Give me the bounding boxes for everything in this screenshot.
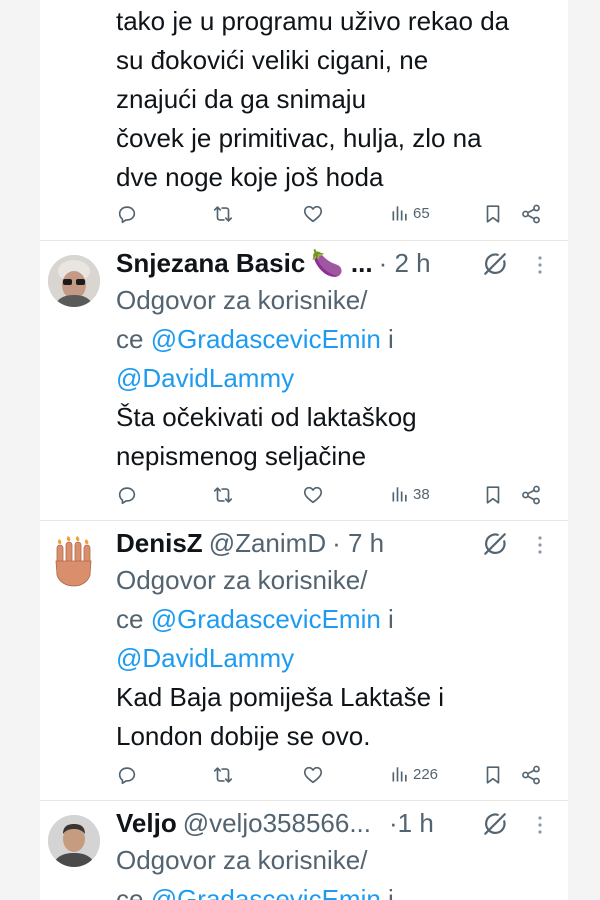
share-button[interactable] [520,203,542,225]
divider [40,800,568,801]
author-handle[interactable]: @ZanimD [209,528,326,559]
heart-icon [302,484,324,506]
like-button[interactable] [302,203,324,225]
author-handle[interactable]: @veljo358566... [183,808,371,839]
retweet-icon [212,203,234,225]
reply-button[interactable] [116,764,138,786]
reply-context: Odgovor za korisnike/ [116,845,368,875]
views-button[interactable]: 38 [390,484,430,504]
tweet-actions: 65 [116,203,556,227]
reply-feed: tako je u programu uživo rekao da su đok… [40,0,568,900]
views-button[interactable]: 226 [390,764,438,784]
retweet-icon [212,484,234,506]
reply-context: ce [116,884,151,900]
divider [40,520,568,521]
reply-context: i [380,324,394,354]
bookmark-icon [482,764,504,786]
views-button[interactable]: 65 [390,203,430,223]
reply-context: Odgovor za korisnike/ [116,565,368,595]
avatar[interactable] [48,535,100,587]
heart-icon [302,764,324,786]
tweet-actions: 226 [116,764,556,788]
tweet-content: Odgovor za korisnike/ ce @GradascevicEmi… [116,281,556,476]
reply-button[interactable] [116,203,138,225]
bookmark-button[interactable] [482,203,504,225]
retweet-button[interactable] [212,203,234,225]
tweet-actions: 38 [116,484,556,508]
mention-link[interactable]: @DavidLammy [116,359,556,398]
grok-icon[interactable] [482,251,508,277]
retweet-icon [212,764,234,786]
avatar[interactable] [48,255,100,307]
tweet-content: Odgovor za korisnike/ ce @GradascevicEmi… [116,841,556,900]
views-icon [390,764,410,784]
avatar-image [55,536,92,587]
views-count: 226 [413,765,439,783]
heart-icon [302,203,324,225]
grok-icon[interactable] [482,811,508,837]
tweet-text-line: su đokovići veliki cigani, ne [116,45,429,75]
reply-context: Odgovor za korisnike/ [116,285,368,315]
mention-link[interactable]: @GradascevicEmin [151,604,381,634]
tweet-text-line: znajući da ga snimaju [116,84,367,114]
reply-icon [116,203,138,225]
author-name[interactable]: Veljo [116,808,177,839]
mention-link[interactable]: @GradascevicEmin [151,884,381,900]
views-icon [390,484,410,504]
more-icon[interactable] [528,253,552,277]
divider [40,240,568,241]
avatar[interactable] [48,815,100,867]
tweet-header: Veljo @veljo358566... ·1 h [116,808,434,839]
tweet-text: tako je u programu uživo rekao da su đok… [116,2,556,197]
share-button[interactable] [520,484,542,506]
mention-link[interactable]: @GradascevicEmin [151,324,381,354]
author-name[interactable]: DenisZ [116,528,203,559]
grok-icon[interactable] [482,531,508,557]
more-icon[interactable] [528,533,552,557]
tweet-text-line: London dobije se ovo. [116,721,371,751]
like-button[interactable] [302,764,324,786]
tweet-text-line: dve noge koje još hoda [116,162,384,192]
bookmark-button[interactable] [482,764,504,786]
share-icon [520,764,542,786]
timestamp[interactable]: · 7 h [332,528,384,559]
share-icon [520,203,542,225]
reply-context: ce [116,604,151,634]
avatar-image [48,815,100,867]
more-icon[interactable] [528,813,552,837]
tweet-text-line: tako je u programu uživo rekao da [116,6,510,36]
reply-context: ce [116,324,151,354]
retweet-button[interactable] [212,764,234,786]
timestamp[interactable]: · 2 h [379,248,431,279]
bookmark-button[interactable] [482,484,504,506]
reply-context: i [380,884,394,900]
tweet-text-line: Šta očekivati od laktaškog [116,402,417,432]
tweet-header: DenisZ @ZanimD · 7 h [116,528,384,559]
tweet-content: Odgovor za korisnike/ ce @GradascevicEmi… [116,561,556,756]
bookmark-icon [482,203,504,225]
views-count: 65 [413,204,430,222]
share-icon [520,484,542,506]
reply-context: i [380,604,394,634]
timestamp[interactable]: ·1 h [389,808,434,839]
author-name-suffix: 🍆 ... [311,248,373,278]
reply-icon [116,484,138,506]
views-icon [390,203,410,223]
bookmark-icon [482,484,504,506]
tweet-text-line: čovek je primitivac, hulja, zlo na [116,123,482,153]
tweet-text-line: Kad Baja pomiješa Laktaše i [116,682,445,712]
tweet-header: Snjezana Basic 🍆 ... · 2 h [116,248,431,279]
mention-link[interactable]: @DavidLammy [116,639,556,678]
share-button[interactable] [520,764,542,786]
author-name[interactable]: Snjezana Basic [116,248,305,279]
views-count: 38 [413,485,430,503]
reply-icon [116,764,138,786]
retweet-button[interactable] [212,484,234,506]
reply-button[interactable] [116,484,138,506]
like-button[interactable] [302,484,324,506]
tweet-text-line: nepismenog seljačine [116,441,367,471]
avatar-image [48,255,100,307]
